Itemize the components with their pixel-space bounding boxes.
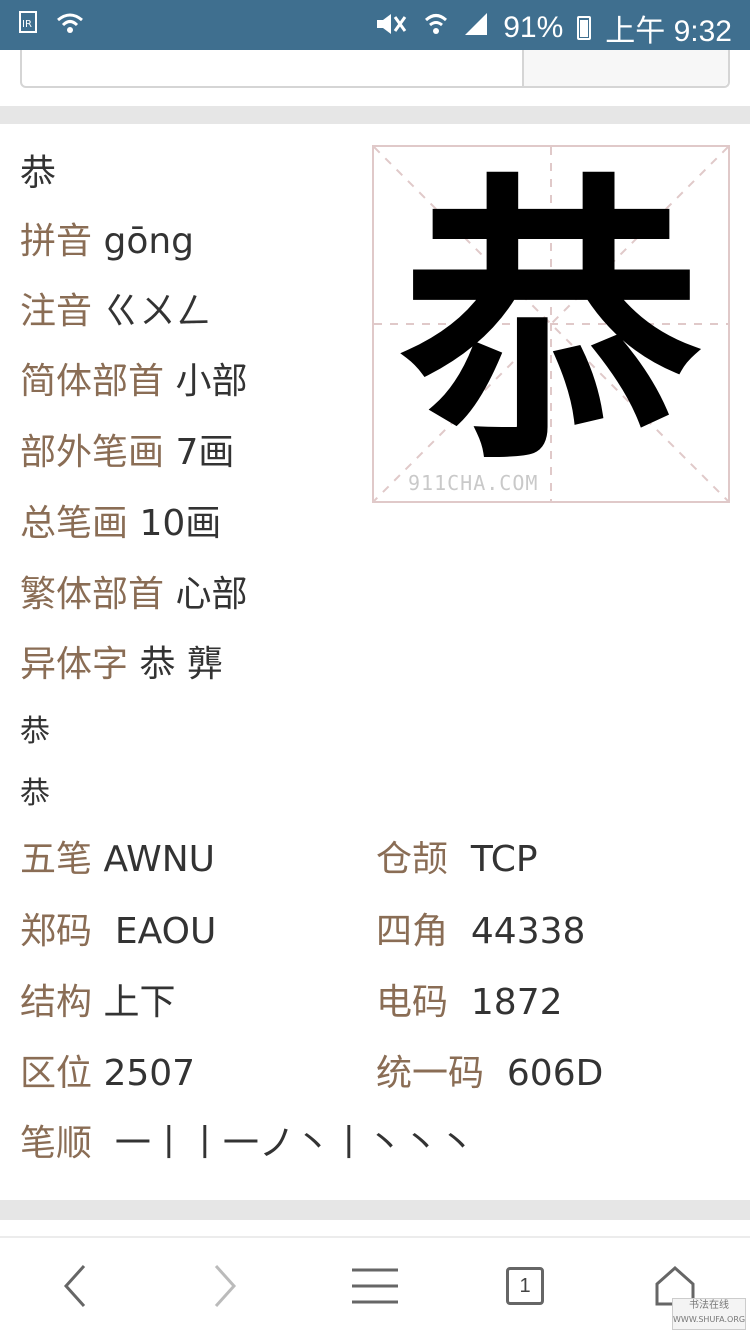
mute-icon	[373, 11, 409, 45]
sijiao-row: 四角 44338	[376, 910, 585, 954]
chevron-left-icon	[63, 1264, 86, 1308]
outer-strokes-label: 部外笔画	[20, 432, 165, 473]
structure-row: 结构 上下	[20, 981, 175, 1025]
variant-line-1: 恭	[20, 714, 50, 749]
unicode-label: 统一码	[376, 1053, 485, 1094]
outer-strokes-row: 部外笔画 7画	[20, 431, 234, 475]
stamp-url: WWW.SHUFA.ORG	[673, 1315, 746, 1324]
wubi-value: AWNU	[103, 839, 216, 880]
dianma-value: 1872	[470, 982, 563, 1023]
section-divider-bottom	[0, 1200, 750, 1220]
trad-radical-label: 繁体部首	[20, 574, 165, 615]
quwei-value: 2507	[103, 1053, 196, 1094]
zhuyin-label: 注音	[20, 291, 93, 332]
entry-character: 恭	[20, 153, 57, 194]
total-strokes-value: 10画	[139, 503, 222, 544]
variants-label: 异体字	[20, 644, 129, 685]
character-image: 恭 911CHA.COM	[372, 145, 730, 503]
simp-radical-row: 简体部首 小部	[20, 360, 247, 404]
simp-radical-value: 小部	[175, 361, 248, 402]
stroke-order-value: 一丨丨一ノ丶丨丶丶丶	[114, 1123, 475, 1164]
zhengma-row: 郑码 EAOU	[20, 910, 216, 954]
pinyin-label: 拼音	[20, 221, 93, 262]
trad-radical-value: 心部	[175, 574, 248, 615]
chevron-right-icon	[214, 1264, 237, 1308]
cangjie-row: 仓颉 TCP	[376, 838, 538, 882]
zhuyin-value: ㄍㄨㄥ	[103, 291, 212, 332]
hamburger-menu-icon	[352, 1268, 398, 1304]
zhengma-label: 郑码	[20, 911, 93, 952]
search-button[interactable]	[522, 50, 728, 86]
status-bar: IR 91% 上午 9:32	[0, 0, 750, 50]
cangjie-value: TCP	[470, 839, 538, 880]
wubi-row: 五笔 AWNU	[20, 838, 215, 882]
stroke-order-label: 笔顺	[20, 1123, 93, 1164]
quwei-row: 区位 2507	[20, 1052, 195, 1096]
total-strokes-label: 总笔画	[20, 503, 129, 544]
variants-value: 恭 龏	[139, 644, 223, 685]
svg-text:IR: IR	[22, 19, 32, 30]
tabs-icon: 1	[506, 1267, 544, 1305]
total-strokes-row: 总笔画 10画	[20, 502, 221, 546]
wifi-icon	[56, 12, 84, 39]
character-glyph: 恭	[401, 147, 701, 500]
zhengma-value: EAOU	[114, 911, 217, 952]
outer-strokes-value: 7画	[175, 432, 235, 473]
pinyin-row: 拼音 gōng	[20, 220, 194, 264]
menu-button[interactable]	[320, 1238, 430, 1334]
unicode-value: 606D	[506, 1053, 604, 1094]
battery-percent: 91%	[503, 11, 564, 44]
image-notification-icon: IR	[18, 10, 40, 41]
unicode-row: 统一码 606D	[376, 1052, 603, 1096]
sijiao-label: 四角	[376, 911, 449, 952]
sijiao-value: 44338	[470, 911, 586, 952]
stamp-text: 书法在线	[689, 1300, 729, 1311]
site-stamp: 书法在线 WWW.SHUFA.ORG	[672, 1298, 746, 1330]
stroke-order-row: 笔顺 一丨丨一ノ丶丨丶丶丶	[20, 1122, 475, 1166]
dianma-row: 电码 1872	[376, 981, 563, 1025]
clock: 上午 9:32	[605, 15, 732, 48]
zhuyin-row: 注音 ㄍㄨㄥ	[20, 290, 211, 334]
simp-radical-label: 简体部首	[20, 361, 165, 402]
pinyin-value: gōng	[103, 221, 195, 262]
variant-line-2: 恭	[20, 776, 50, 811]
wubi-label: 五笔	[20, 839, 93, 880]
tabs-button[interactable]: 1	[470, 1238, 580, 1334]
forward-button[interactable]	[170, 1238, 280, 1334]
search-input[interactable]	[20, 50, 730, 88]
tab-count: 1	[519, 1275, 531, 1297]
browser-bottom-bar: 1 书法在线 WWW.SHUFA.ORG	[0, 1236, 750, 1334]
wifi-signal-icon	[423, 11, 449, 45]
cangjie-label: 仓颉	[376, 839, 449, 880]
trad-radical-row: 繁体部首 心部	[20, 573, 247, 617]
structure-label: 结构	[20, 982, 93, 1023]
cell-signal-icon	[463, 11, 489, 45]
section-divider	[0, 106, 750, 124]
dianma-label: 电码	[376, 982, 449, 1023]
image-watermark: 911CHA.COM	[408, 471, 539, 495]
quwei-label: 区位	[20, 1053, 93, 1094]
back-button[interactable]	[20, 1238, 130, 1334]
battery-icon	[577, 16, 592, 40]
variants-row: 异体字 恭 龏	[20, 643, 223, 687]
structure-value: 上下	[103, 982, 176, 1023]
